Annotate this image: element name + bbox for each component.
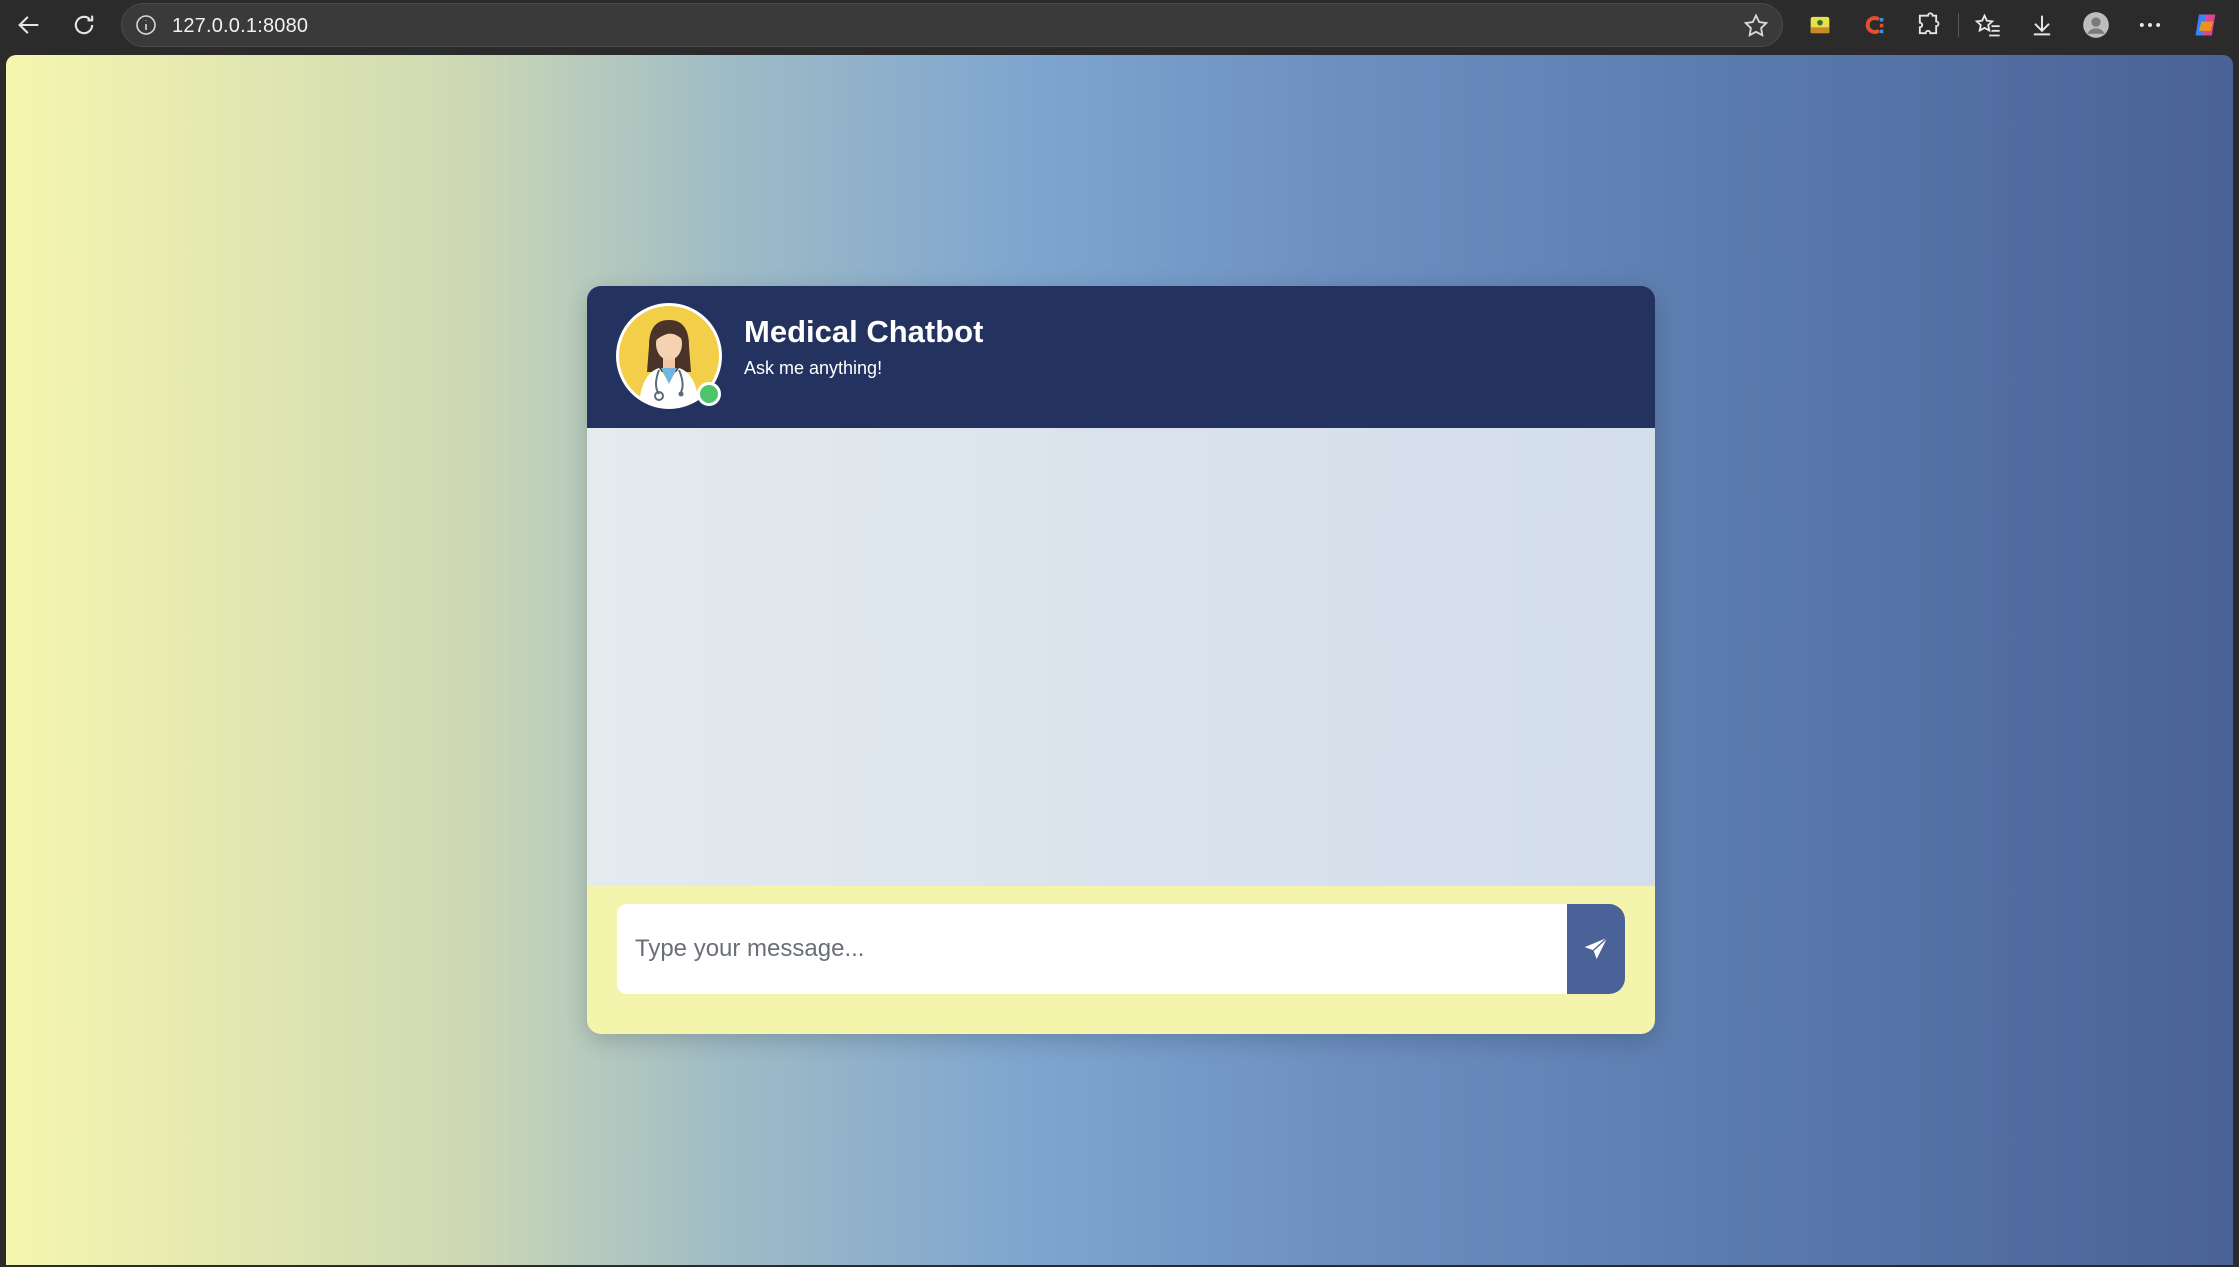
url-text[interactable]: 127.0.0.1:8080 — [172, 15, 308, 38]
browser-toolbar: 127.0.0.1:8080 — [0, 0, 2239, 51]
toolbar-divider — [1958, 13, 1959, 37]
more-icon[interactable] — [2129, 7, 2171, 43]
extension-c-icon[interactable] — [1853, 7, 1895, 43]
reload-icon[interactable] — [63, 7, 105, 43]
copilot-icon[interactable] — [2185, 7, 2227, 43]
download-icon[interactable] — [2021, 7, 2063, 43]
chat-subtitle: Ask me anything! — [744, 358, 883, 378]
favorite-star-icon[interactable] — [1742, 12, 1770, 40]
message-input[interactable] — [617, 904, 1567, 994]
chat-widget: Medical Chatbot Ask me anything! — [587, 286, 1655, 1034]
favorites-icon[interactable] — [1967, 7, 2009, 43]
message-area[interactable] — [587, 428, 1655, 886]
address-bar[interactable]: 127.0.0.1:8080 — [121, 3, 1783, 47]
page-background: Medical Chatbot Ask me anything! — [6, 55, 2233, 1265]
site-info-icon[interactable] — [134, 13, 158, 37]
profile-icon[interactable] — [2075, 7, 2117, 43]
online-status-badge — [697, 382, 721, 406]
send-arrow-icon — [1584, 937, 1608, 959]
chat-input-bar — [587, 886, 1655, 1034]
send-button[interactable] — [1567, 904, 1625, 994]
chat-header: Medical Chatbot Ask me anything! — [587, 286, 1655, 428]
chat-title: Medical Chatbot — [744, 314, 984, 349]
back-arrow-icon[interactable] — [8, 7, 50, 43]
extension-icon[interactable] — [1799, 7, 1841, 43]
puzzle-icon[interactable] — [1907, 7, 1949, 43]
